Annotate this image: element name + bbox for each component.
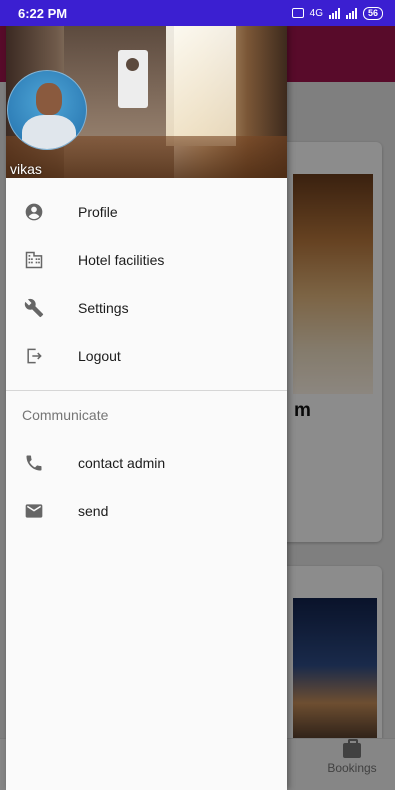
logout-icon (27, 348, 42, 364)
menu-item-settings[interactable]: Settings (6, 284, 287, 332)
signal-icon-2 (345, 7, 357, 19)
menu-item-contact-admin[interactable]: contact admin (6, 439, 287, 487)
notification-icon (291, 8, 304, 18)
menu-item-label: Settings (78, 300, 129, 316)
navigation-drawer: vikas Profile Hotel facilities Settings … (6, 26, 287, 790)
status-time: 6:22 PM (18, 5, 68, 21)
battery-indicator: 56 (362, 6, 383, 20)
header-window-image (166, 26, 236, 146)
account-circle-icon (25, 203, 43, 221)
menu-item-label: send (78, 503, 109, 519)
avatar-body (22, 115, 76, 149)
menu-item-profile[interactable]: Profile (6, 188, 287, 236)
drawer-username: vikas (10, 161, 42, 177)
menu-item-label: Profile (78, 204, 118, 220)
wrench-icon (24, 298, 44, 318)
avatar[interactable] (7, 70, 87, 150)
network-type: 4G (309, 7, 323, 19)
drawer-communicate-menu: contact admin send (6, 439, 287, 535)
menu-item-label: Logout (78, 348, 121, 364)
header-door-tag (118, 50, 148, 108)
status-icons: 4G 56 (291, 6, 383, 20)
mail-icon (25, 504, 43, 518)
menu-item-hotel-facilities[interactable]: Hotel facilities (6, 236, 287, 284)
building-icon (25, 251, 43, 269)
drawer-header: vikas (6, 26, 287, 178)
drawer-menu: Profile Hotel facilities Settings Logout (6, 178, 287, 380)
phone-icon (26, 455, 42, 471)
menu-item-label: contact admin (78, 455, 166, 471)
menu-item-logout[interactable]: Logout (6, 332, 287, 380)
status-bar: 6:22 PM 4G 56 (0, 0, 395, 26)
signal-icon (328, 7, 340, 19)
avatar-head (36, 83, 62, 115)
section-header-communicate: Communicate (22, 407, 109, 423)
menu-item-label: Hotel facilities (78, 252, 165, 268)
menu-item-send[interactable]: send (6, 487, 287, 535)
